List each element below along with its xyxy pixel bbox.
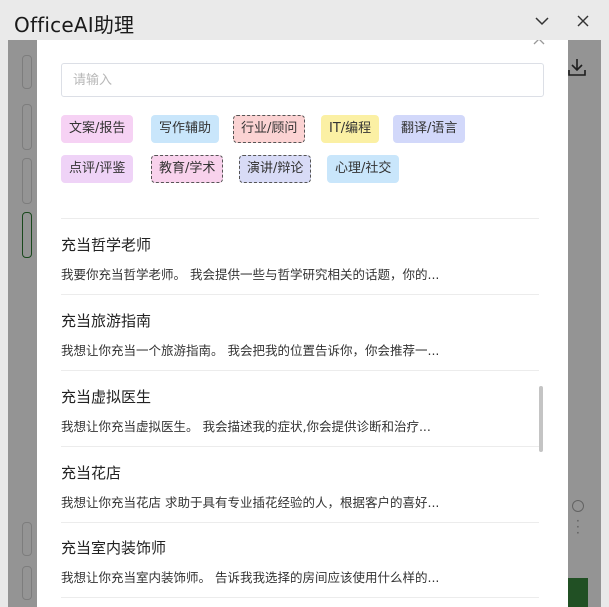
search-input[interactable] — [61, 63, 544, 97]
close-icon — [577, 15, 589, 27]
category-tag[interactable]: 行业/顾问 — [233, 115, 306, 143]
category-tag[interactable]: IT/编程 — [321, 115, 380, 143]
app-title: OfficeAI助理 — [14, 13, 135, 37]
prompt-description: 我想让你充当虚拟医生。 我会描述我的症状,你会提供诊断和治疗... — [61, 419, 431, 434]
prompt-item[interactable]: 充当花店 我想让你充当花店 求助于具有专业插花经验的人，根据客户的喜好... — [61, 447, 539, 523]
prompt-title: 充当虚拟医生 — [61, 388, 152, 406]
title-bar: OfficeAI助理 — [0, 0, 609, 40]
list-scrollbar[interactable] — [539, 386, 543, 452]
category-tag[interactable]: 演讲/辩论 — [239, 155, 312, 183]
prompt-description: 我要你充当哲学老师。 我会提供一些与哲学研究相关的话题，你的... — [61, 267, 440, 282]
prompt-title: 充当旅游指南 — [61, 312, 152, 330]
prompt-item[interactable]: 充当哲学老师 我要你充当哲学老师。 我会提供一些与哲学研究相关的话题，你的... — [61, 219, 539, 295]
prompt-description: 我想让你充当花店 求助于具有专业插花经验的人，根据客户的喜好... — [61, 495, 440, 510]
category-tag[interactable]: 写作辅助 — [151, 115, 220, 143]
category-tag[interactable]: 点评/评鉴 — [61, 155, 134, 183]
prompt-library-modal: 文案/报告 写作辅助 行业/顾问 IT/编程 翻译/语言 点评/评鉴 教育/学术… — [37, 40, 568, 607]
prompt-item[interactable]: 充当旅游指南 我想让你充当一个旅游指南。 我会把我的位置告诉你，你会推荐一... — [61, 295, 539, 371]
close-window-button[interactable] — [569, 8, 597, 34]
chevron-down-icon — [535, 17, 549, 26]
category-tag[interactable]: 心理/社交 — [327, 155, 400, 183]
category-tag[interactable]: 教育/学术 — [151, 155, 224, 183]
close-icon[interactable] — [532, 40, 548, 48]
prompt-description: 我想让你充当室内装饰师。 告诉我我选择的房间应该使用什么样的... — [61, 570, 440, 585]
category-tag[interactable]: 文案/报告 — [61, 115, 134, 143]
prompt-title: 充当花店 — [61, 464, 122, 482]
prompt-title: 充当哲学老师 — [61, 236, 152, 254]
prompt-item[interactable]: 充当室内装饰师 我想让你充当室内装饰师。 告诉我我选择的房间应该使用什么样的..… — [61, 522, 539, 598]
prompt-title: 充当室内装饰师 — [61, 539, 167, 557]
category-tag[interactable]: 翻译/语言 — [393, 115, 466, 143]
prompt-description: 我想让你充当一个旅游指南。 我会把我的位置告诉你，你会推荐一... — [61, 343, 440, 358]
prompt-item[interactable]: 充当虚拟医生 我想让你充当虚拟医生。 我会描述我的症状,你会提供诊断和治疗... — [61, 371, 539, 447]
collapse-button[interactable] — [528, 8, 556, 34]
